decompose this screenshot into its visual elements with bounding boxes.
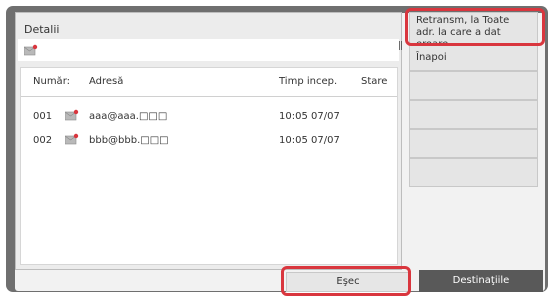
row-address: aaa@aaa.□□□ xyxy=(89,111,168,122)
back-button[interactable]: Înapoi xyxy=(409,45,538,71)
results-table: Număr: Adresă Timp incep. Stare 001 aaa@… xyxy=(20,67,398,265)
fail-highlight xyxy=(281,266,411,296)
side-menu-empty-slot xyxy=(409,158,538,187)
table-row[interactable]: 001 aaa@aaa.□□□ 10:05 07/07 xyxy=(21,106,397,130)
side-menu-empty-slot xyxy=(409,100,538,129)
mail-error-icon xyxy=(65,133,79,145)
row-number: 001 xyxy=(33,111,53,122)
row-number: 002 xyxy=(33,135,53,146)
retransmit-highlight xyxy=(405,8,545,46)
mail-error-icon xyxy=(65,109,79,121)
panel-resize-handle[interactable]: || xyxy=(398,41,403,51)
panel-title: Detalii xyxy=(24,23,60,36)
footer-bar: Eşec Destinaţiile xyxy=(15,270,543,292)
header-address: Adresă xyxy=(89,76,124,87)
header-status: Stare xyxy=(361,76,388,87)
details-panel: Detalii || Număr: Adresă Timp incep. Sta… xyxy=(15,12,403,270)
side-menu-empty-slot xyxy=(409,129,538,158)
table-row[interactable]: 002 bbb@bbb.□□□ 10:05 07/07 xyxy=(21,130,397,154)
destinations-button[interactable]: Destinaţiile xyxy=(419,270,543,292)
mail-icon xyxy=(24,44,38,56)
header-divider xyxy=(21,96,397,97)
header-start-time: Timp incep. xyxy=(279,76,338,87)
table-header: Număr: Adresă Timp incep. Stare xyxy=(21,76,397,94)
header-number: Număr: xyxy=(33,76,70,87)
row-start-time: 10:05 07/07 xyxy=(279,111,340,122)
row-start-time: 10:05 07/07 xyxy=(279,135,340,146)
side-menu-empty-slot xyxy=(409,71,538,100)
panel-toolbar xyxy=(18,39,399,61)
row-address: bbb@bbb.□□□ xyxy=(89,135,169,146)
